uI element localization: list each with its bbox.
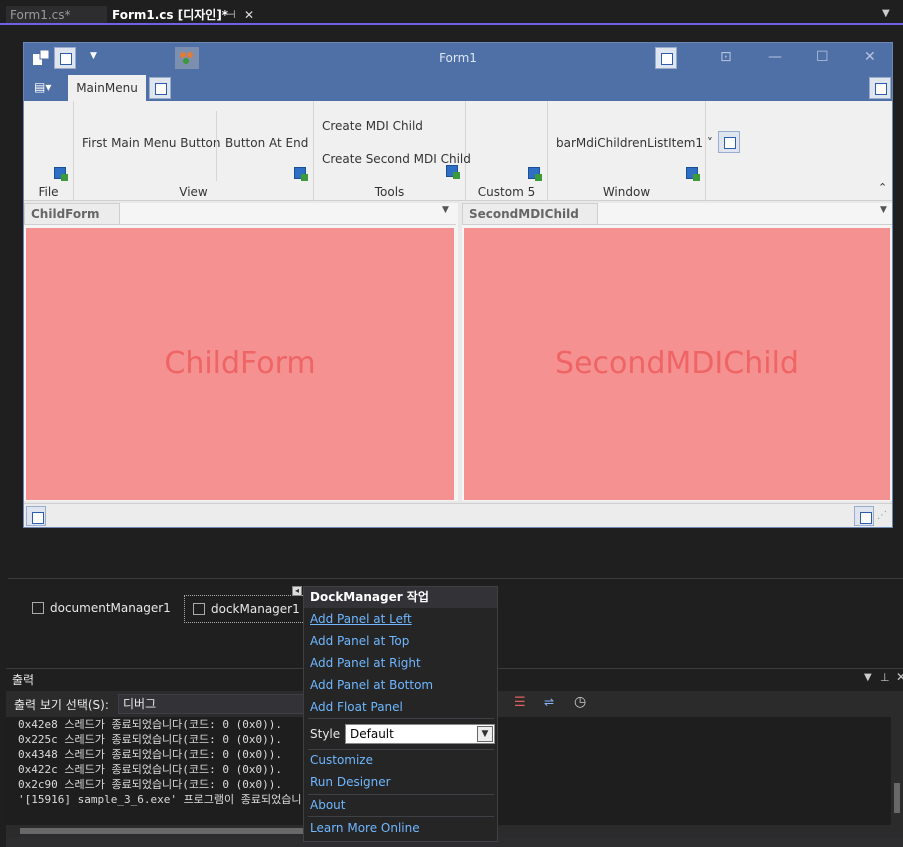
ribbon-group-window: barMdiChildrenListItem1 ˅ Window [548, 101, 713, 201]
scrollbar-thumb[interactable] [20, 828, 320, 834]
add-page-icon[interactable] [149, 77, 171, 99]
status-bar: ⋰ [24, 503, 892, 527]
output-dropdown-icon[interactable]: ▼ [864, 672, 872, 683]
chevron-down-icon[interactable]: ▼ [477, 726, 493, 742]
smart-tag-header: DockManager 작업 [304, 587, 497, 608]
titlebar-add-icon[interactable] [655, 47, 677, 69]
restore-ribbon-icon[interactable]: ⊡ [720, 49, 732, 65]
ribbon-group-view: First Main Menu Button Button At End Vie… [74, 101, 314, 201]
button-at-end[interactable]: Button At End [225, 136, 308, 150]
tray-item-documentmanager[interactable]: documentManager1 [32, 601, 171, 615]
tab-form1-designer[interactable]: Form1.cs [디자인]* ⊣ ✕ [108, 6, 262, 24]
status-add-icon[interactable] [26, 506, 46, 526]
pin-icon[interactable]: ⊥ [880, 671, 890, 684]
status-add-right-icon[interactable] [854, 506, 874, 526]
document-tab-strip: SecondMDIChild ▼ [462, 203, 892, 225]
learn-more-online-link[interactable]: Learn More Online [310, 821, 420, 835]
add-panel-bottom-link[interactable]: Add Panel at Bottom [310, 678, 433, 692]
style-select[interactable]: Default ▼ [345, 724, 495, 744]
group-label: File [38, 185, 59, 199]
mdi-child-panel: SecondMDIChild ▼ SecondMDIChild [462, 203, 892, 501]
mdi-children-list-item[interactable]: barMdiChildrenListItem1 ˅ [556, 136, 713, 150]
divider [308, 718, 494, 719]
maximize-icon[interactable]: ☐ [816, 49, 829, 65]
close-icon[interactable]: ✕ [244, 6, 254, 24]
pin-icon[interactable]: ⊣ [226, 6, 236, 24]
add-group-icon[interactable] [718, 131, 740, 153]
designer-form[interactable]: ▼ Form1 ⊡ — ☐ ✕ ▤▾ MainMenu File First M… [23, 42, 893, 528]
divider [308, 749, 494, 750]
divider [308, 794, 494, 795]
add-float-panel-link[interactable]: Add Float Panel [310, 700, 403, 714]
clear-all-icon[interactable]: ☰ [514, 695, 526, 710]
add-panel-right-link[interactable]: Add Panel at Right [310, 656, 421, 670]
ribbon-tab-strip: ▤▾ MainMenu [24, 73, 892, 101]
tray-item-dockmanager[interactable]: dockManager1 [184, 595, 309, 623]
minimize-icon[interactable]: — [768, 49, 782, 65]
group-label: View [179, 185, 208, 199]
scrollbar-thumb[interactable] [894, 783, 900, 813]
collapse-ribbon-icon[interactable]: ⌃ [878, 181, 887, 194]
tab-form1-code[interactable]: Form1.cs* [6, 6, 107, 24]
mdi-child-panel: ChildForm ▼ ChildForm [24, 203, 458, 501]
add-item-icon[interactable] [294, 167, 308, 181]
app-menu-icon[interactable]: ▤▾ [34, 80, 51, 94]
tab-secondmdichild[interactable]: SecondMDIChild [462, 203, 598, 225]
tab-childform[interactable]: ChildForm [24, 203, 120, 225]
dockmanager-smart-tag: DockManager 작업 Add Panel at Left Add Pan… [303, 586, 498, 842]
vertical-scrollbar[interactable] [891, 717, 903, 825]
style-select-value: Default [350, 727, 394, 741]
clock-icon[interactable]: ◷ [574, 694, 586, 710]
tray-item-label: dockManager1 [211, 602, 300, 616]
create-mdi-child-button[interactable]: Create MDI Child [322, 119, 423, 133]
form-title: Form1 [439, 51, 477, 65]
document-tab-bar: Form1.cs* Form1.cs [디자인]* ⊣ ✕ ▼ [0, 0, 903, 24]
form-titlebar: ▼ Form1 ⊡ — ☐ ✕ [24, 43, 892, 73]
ribbon-group-file: File [24, 101, 74, 201]
add-item-icon[interactable] [686, 167, 700, 181]
component-icon [32, 602, 44, 614]
ribbon-group-tools: Create MDI Child Create Second MDI Child… [314, 101, 471, 201]
tab-mainmenu[interactable]: MainMenu [68, 75, 146, 101]
child-form-content[interactable]: ChildForm [26, 228, 454, 500]
ribbon-group-custom5: Custom 5 [466, 101, 548, 201]
close-icon[interactable]: ✕ [864, 49, 876, 65]
child-form-content[interactable]: SecondMDIChild [464, 228, 890, 500]
divider [308, 816, 494, 817]
group-divider [216, 111, 217, 181]
size-grip-icon[interactable]: ⋰ [877, 510, 887, 521]
add-item-icon[interactable] [446, 165, 460, 179]
add-item-icon[interactable] [528, 167, 542, 181]
style-label: Style [310, 727, 341, 741]
close-icon[interactable]: ✕ [896, 670, 903, 684]
output-title: 출력 [12, 673, 35, 687]
chevron-down-icon[interactable]: ▼ [442, 205, 449, 215]
tab-dropdown-icon[interactable]: ▼ [882, 8, 890, 19]
document-tab-strip: ChildForm ▼ [24, 203, 456, 225]
run-designer-link[interactable]: Run Designer [310, 775, 391, 789]
add-item-icon[interactable] [54, 167, 68, 181]
group-label: Custom 5 [477, 185, 536, 199]
add-panel-top-link[interactable]: Add Panel at Top [310, 634, 409, 648]
create-second-mdi-child-button[interactable]: Create Second MDI Child [322, 152, 471, 166]
first-main-menu-button[interactable]: First Main Menu Button [82, 136, 221, 150]
tab-label: Form1.cs [디자인]* [112, 8, 229, 22]
about-link[interactable]: About [310, 798, 345, 812]
add-page-right-icon[interactable] [869, 77, 891, 99]
chevron-down-icon[interactable]: ▼ [880, 205, 887, 215]
smart-tag-glyph-icon[interactable]: ◂ [292, 586, 302, 596]
tab-label: Form1.cs* [10, 8, 71, 22]
word-wrap-icon[interactable]: ⇌ [544, 695, 554, 709]
ribbon: File First Main Menu Button Button At En… [24, 101, 892, 201]
output-source-select[interactable]: 디버그 [118, 694, 308, 714]
group-label: Tools [374, 185, 405, 199]
component-icon [193, 603, 205, 615]
customize-link[interactable]: Customize [310, 753, 373, 767]
tray-item-label: documentManager1 [50, 601, 171, 615]
group-label: Window [602, 185, 651, 199]
add-panel-left-link[interactable]: Add Panel at Left [310, 612, 412, 626]
output-source-label: 출력 보기 선택(S): [14, 698, 109, 712]
